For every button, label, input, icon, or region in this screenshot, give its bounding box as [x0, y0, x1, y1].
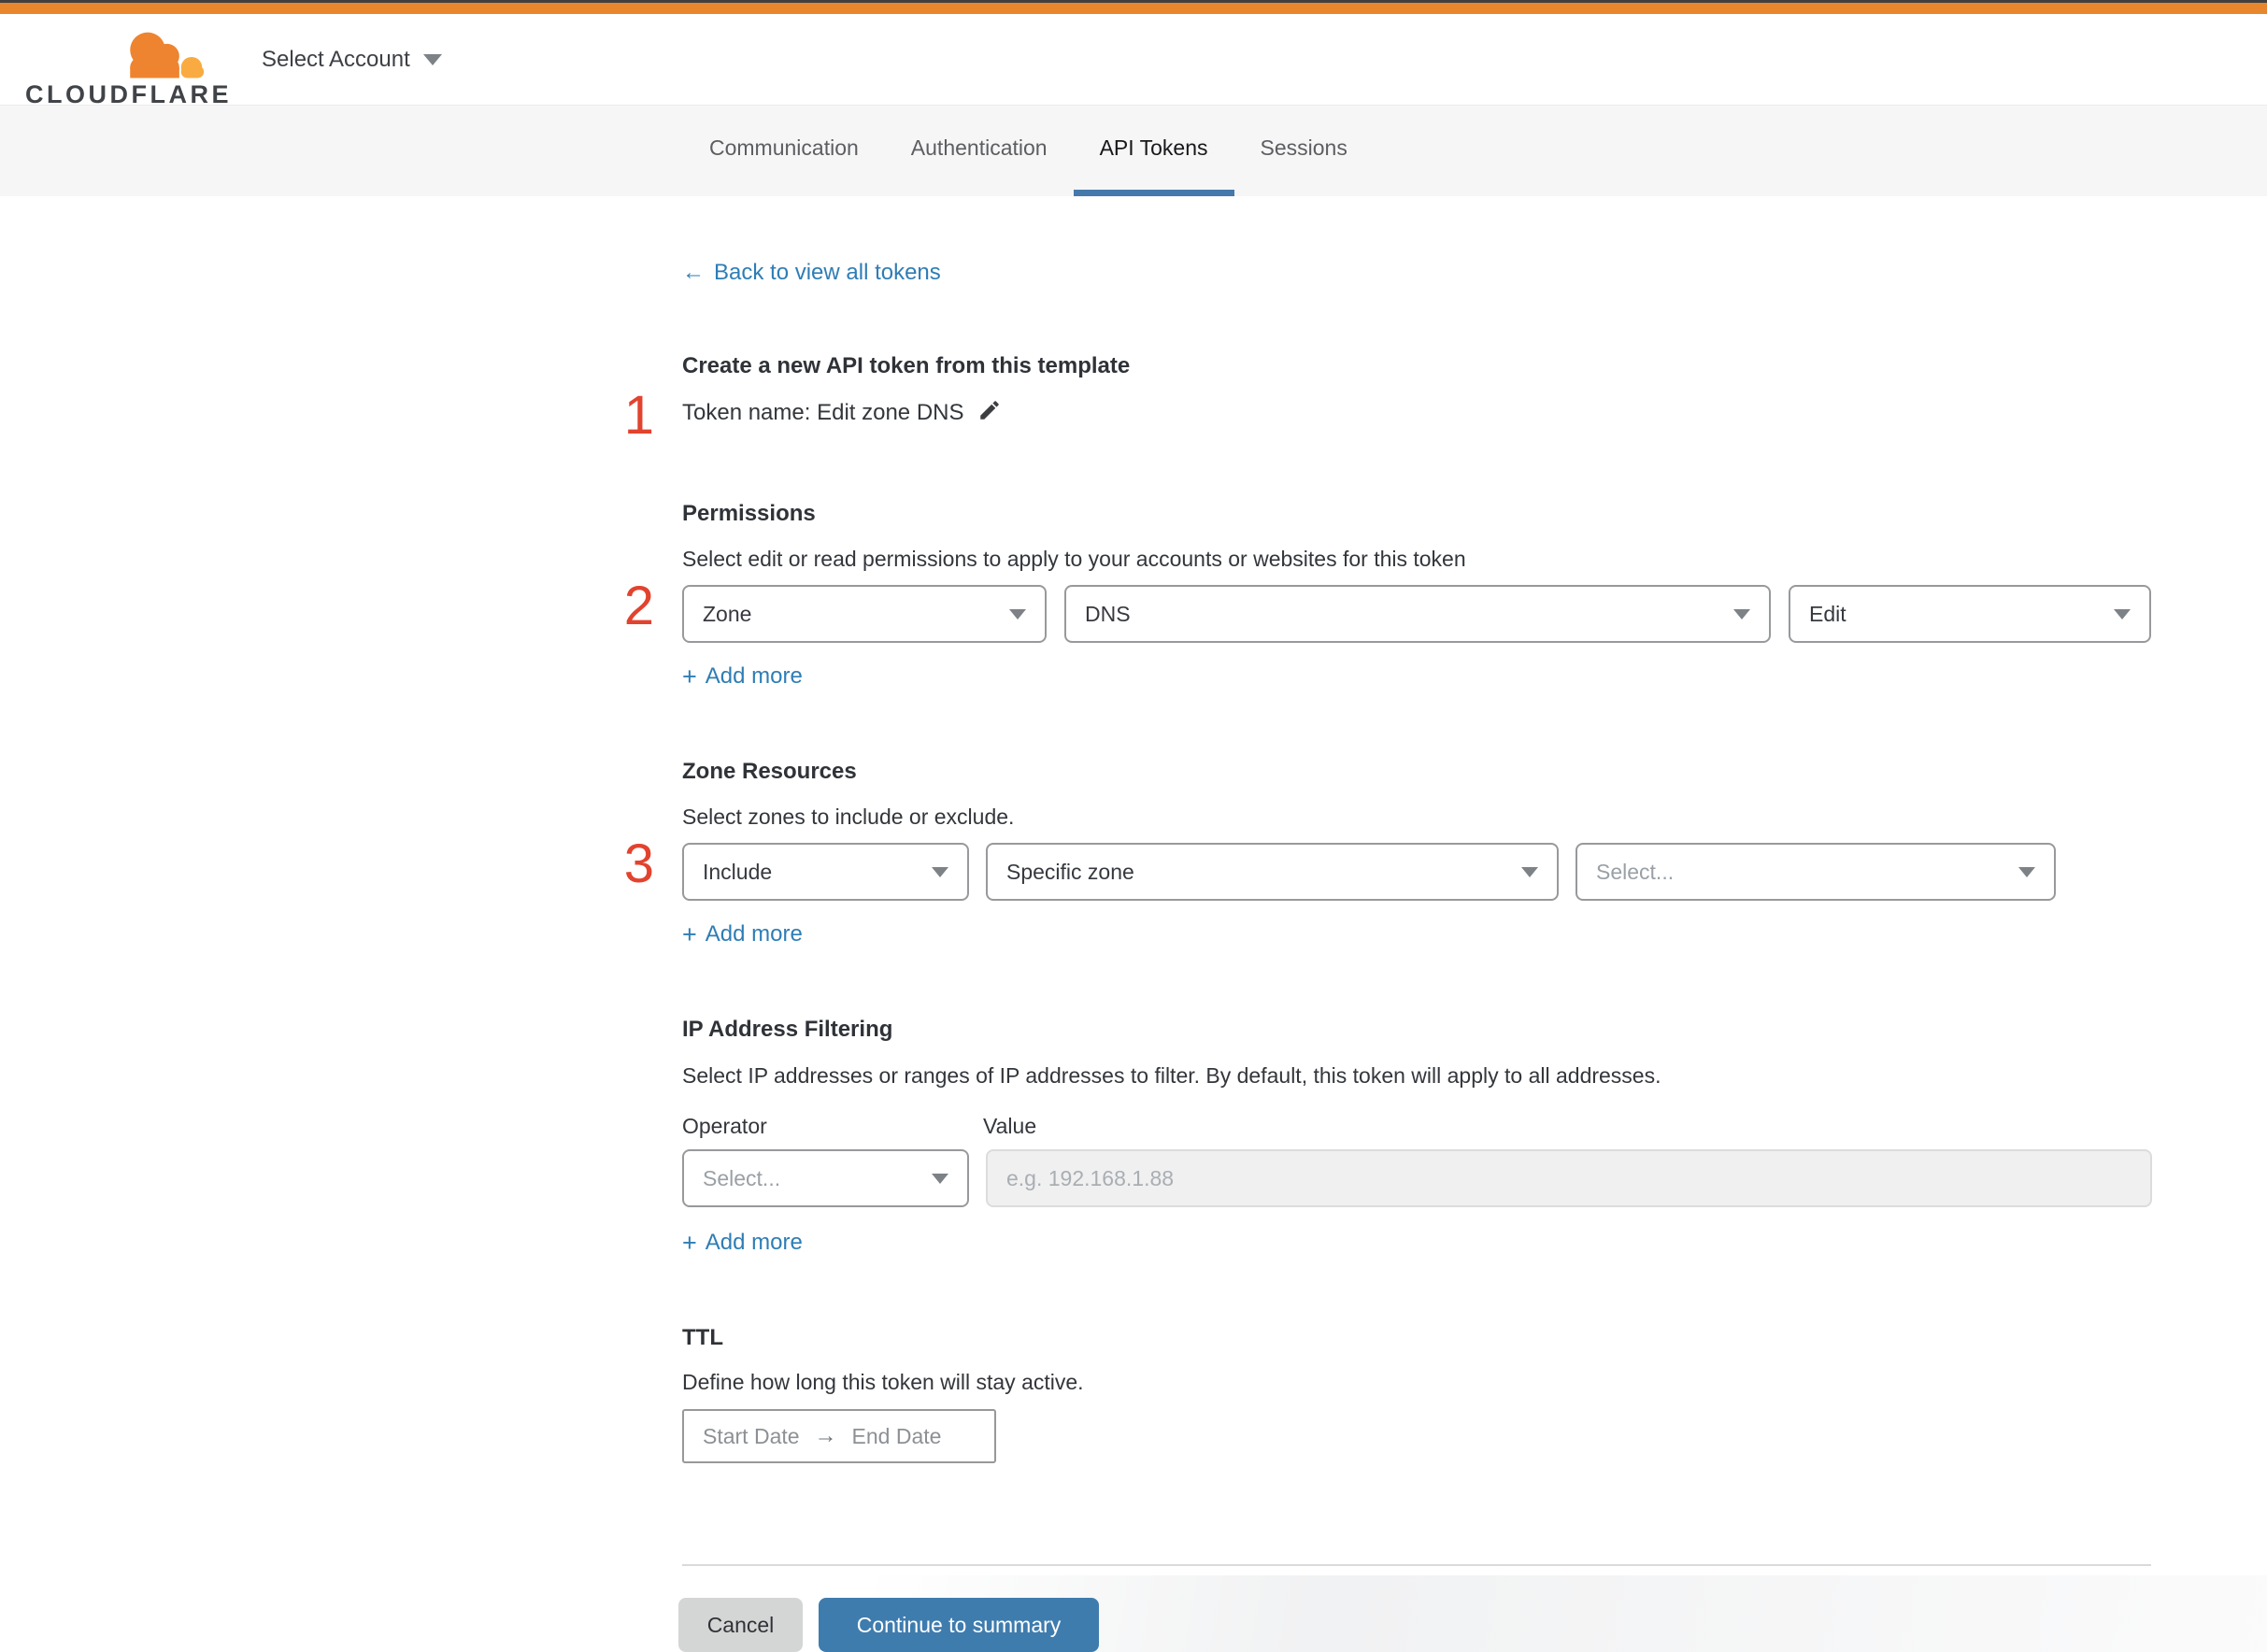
permission-scope-value: Zone	[703, 601, 752, 626]
ip-filtering-add-more-link[interactable]: + Add more	[682, 1230, 803, 1256]
zone-resources-description: Select zones to include or exclude.	[682, 805, 1015, 829]
ttl-start-date-placeholder: Start Date	[703, 1423, 800, 1448]
zone-resources-row: Include Specific zone Select...	[682, 843, 2056, 901]
ip-filtering-row: Select...	[682, 1149, 2152, 1207]
section-tabbar: Communication Authentication API Tokens …	[0, 106, 2267, 196]
chevron-down-icon	[1521, 866, 1538, 877]
cloudflare-cloud-icon	[130, 32, 205, 85]
account-selector-label: Select Account	[262, 47, 410, 72]
continue-to-summary-button[interactable]: Continue to summary	[819, 1598, 1099, 1652]
permissions-add-more-link[interactable]: + Add more	[682, 663, 803, 690]
ttl-description: Define how long this token will stay act…	[682, 1370, 1084, 1394]
chevron-down-icon	[422, 54, 442, 65]
permissions-add-more-label: Add more	[705, 663, 803, 689]
permissions-description: Select edit or read permissions to apply…	[682, 547, 1466, 571]
step-number-1: 1	[623, 385, 654, 446]
chevron-down-icon	[1733, 608, 1750, 620]
app-header: CLOUDFLARE Select Account	[0, 14, 2267, 108]
chevron-down-icon	[932, 1173, 948, 1184]
operator-placeholder: Select...	[703, 1165, 781, 1190]
permissions-title: Permissions	[682, 501, 816, 526]
permission-level-select[interactable]: Edit	[1789, 585, 2151, 643]
token-name-text: Token name: Edit zone DNS	[682, 400, 964, 425]
permissions-row: Zone DNS Edit	[682, 585, 2151, 643]
ttl-title: TTL	[682, 1325, 723, 1350]
plus-icon: +	[682, 920, 697, 948]
footer-gradient	[0, 1575, 2267, 1652]
zone-picker-placeholder: Select...	[1596, 859, 1675, 884]
operator-label: Operator	[682, 1114, 767, 1138]
ttl-date-range-picker[interactable]: Start Date → End Date	[682, 1409, 996, 1463]
ip-filtering-description: Select IP addresses or ranges of IP addr…	[682, 1063, 1661, 1088]
page: CLOUDFLARE Select Account Communication …	[0, 0, 2267, 1652]
edit-token-name-icon[interactable]	[977, 398, 1002, 429]
zone-resources-title: Zone Resources	[682, 759, 857, 784]
create-token-title: Create a new API token from this templat…	[682, 353, 1131, 378]
operator-select[interactable]: Select...	[682, 1149, 969, 1207]
zone-include-select[interactable]: Include	[682, 843, 969, 901]
tab-authentication[interactable]: Authentication	[885, 106, 1074, 196]
footer-divider	[682, 1564, 2151, 1566]
plus-icon: +	[682, 1229, 697, 1257]
permission-group-value: DNS	[1085, 601, 1131, 626]
ip-value-input[interactable]	[986, 1149, 2152, 1207]
permission-level-value: Edit	[1809, 601, 1846, 626]
chevron-down-icon	[1009, 608, 1026, 620]
step-number-2: 2	[623, 576, 654, 636]
cancel-button[interactable]: Cancel	[678, 1598, 803, 1652]
permission-group-select[interactable]: DNS	[1064, 585, 1771, 643]
zone-type-select[interactable]: Specific zone	[986, 843, 1559, 901]
zone-type-value: Specific zone	[1006, 859, 1134, 884]
token-name-line: Token name: Edit zone DNS	[682, 398, 1002, 429]
value-label: Value	[983, 1114, 1037, 1138]
chevron-down-icon	[2114, 608, 2131, 620]
ip-filtering-title: IP Address Filtering	[682, 1017, 893, 1042]
tab-sessions[interactable]: Sessions	[1234, 106, 1374, 196]
permission-scope-select[interactable]: Zone	[682, 585, 1047, 643]
zone-resources-add-more-link[interactable]: + Add more	[682, 921, 803, 947]
zone-include-value: Include	[703, 859, 773, 884]
chevron-down-icon	[2018, 866, 2035, 877]
cloudflare-logo: CLOUDFLARE	[25, 21, 228, 111]
tab-communication[interactable]: Communication	[683, 106, 885, 196]
back-link-label: Back to view all tokens	[714, 260, 941, 285]
account-selector[interactable]: Select Account	[262, 14, 442, 106]
tab-api-tokens[interactable]: API Tokens	[1073, 106, 1234, 196]
chevron-down-icon	[932, 866, 948, 877]
plus-icon: +	[682, 662, 697, 691]
zone-picker-select[interactable]: Select...	[1575, 843, 2056, 901]
ttl-end-date-placeholder: End Date	[851, 1423, 942, 1448]
brand-accent-bar	[0, 3, 2267, 14]
back-arrow-icon: ←	[682, 260, 705, 285]
arrow-right-icon: →	[814, 1423, 837, 1448]
back-to-tokens-link[interactable]: ← Back to view all tokens	[682, 260, 941, 286]
step-number-3: 3	[623, 833, 654, 894]
zone-resources-add-more-label: Add more	[705, 921, 803, 947]
ip-filtering-add-more-label: Add more	[705, 1230, 803, 1255]
